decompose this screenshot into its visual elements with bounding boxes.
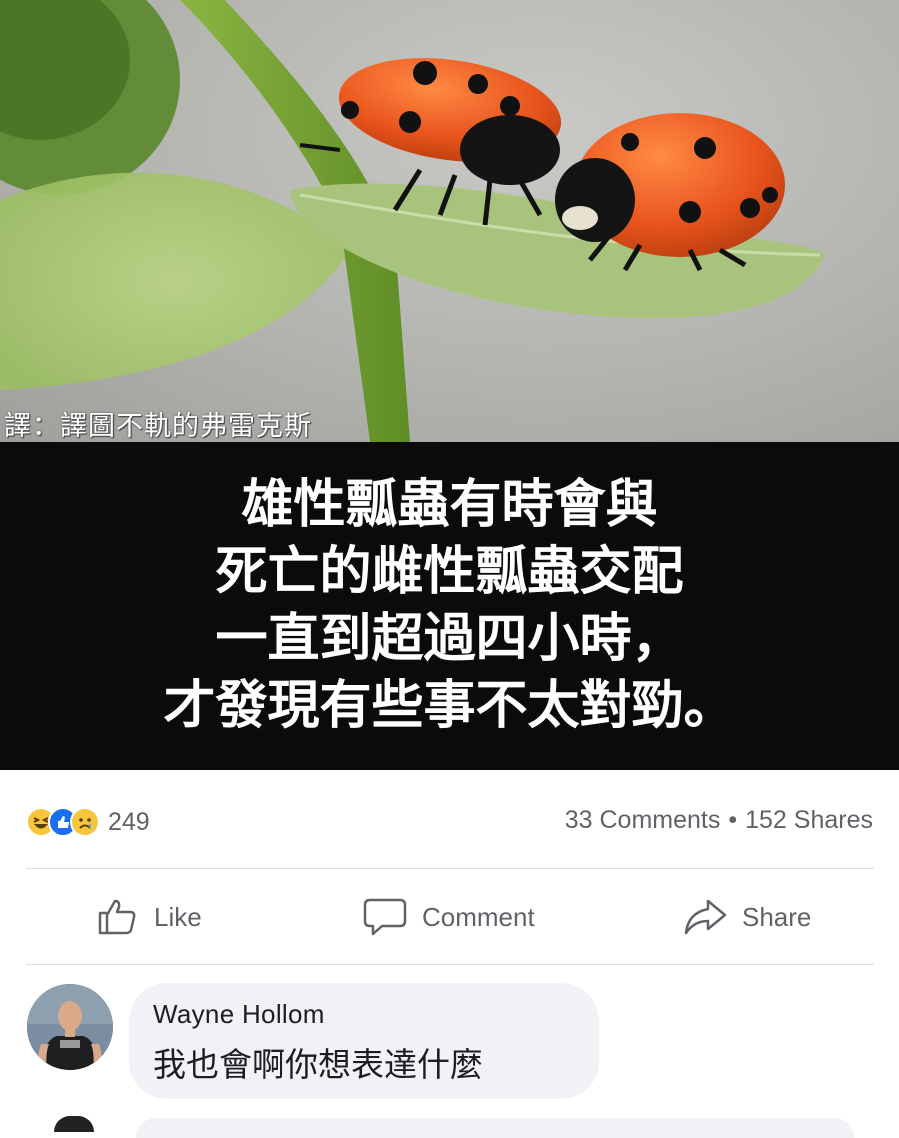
ladybugs-illustration (0, 0, 825, 442)
translator-watermark: 譯：譯圖不軌的弗雷克斯 (4, 411, 312, 442)
like-label: Like (154, 901, 202, 932)
caption-line: 死亡的雌性瓢蟲交配 (215, 542, 684, 602)
separator-dot: • (728, 806, 738, 834)
thumbs-up-icon (98, 899, 136, 935)
comment-bubble: Wayne Hollom 我也會啊你想表達什麼 (129, 983, 599, 1099)
sad-icon (70, 807, 100, 837)
engagement-counts: 33 Comments • 152 Shares (565, 806, 873, 835)
commenter-avatar[interactable] (27, 984, 113, 1070)
share-arrow-icon (684, 899, 727, 935)
post-stats: 249 33 Comments • 152 Shares (0, 770, 899, 868)
caption-line: 一直到超過四小時， (215, 609, 684, 669)
post-photo[interactable]: 譯：譯圖不軌的弗雷克斯 (0, 0, 899, 442)
post-actions-bar: Like Comment Share (0, 870, 899, 964)
comment-label: Comment (422, 901, 535, 932)
divider (26, 868, 874, 869)
comment-text: 我也會啊你想表達什麼 (153, 1045, 483, 1084)
comment-bubble-icon (363, 898, 407, 936)
reaction-summary[interactable]: 249 (26, 804, 150, 840)
caption-line: 雄性瓢蟲有時會與 (241, 475, 658, 535)
next-commenter-avatar[interactable] (54, 1116, 94, 1132)
caption-line: 才發現有些事不太對勁。 (163, 676, 736, 736)
divider (26, 964, 874, 965)
comment-button[interactable]: Comment (362, 870, 535, 964)
comment-author[interactable]: Wayne Hollom (153, 999, 575, 1030)
reaction-count: 249 (108, 807, 150, 836)
share-label: Share (742, 901, 812, 932)
caption-panel: 雄性瓢蟲有時會與 死亡的雌性瓢蟲交配 一直到超過四小時， 才發現有些事不太對勁。 (0, 442, 899, 770)
share-button[interactable]: Share (682, 870, 811, 964)
comments-count-link[interactable]: 33 Comments (565, 806, 721, 834)
shares-count-link[interactable]: 152 Shares (745, 806, 873, 834)
like-button[interactable]: Like (96, 870, 202, 964)
next-comment-bubble (136, 1118, 854, 1138)
